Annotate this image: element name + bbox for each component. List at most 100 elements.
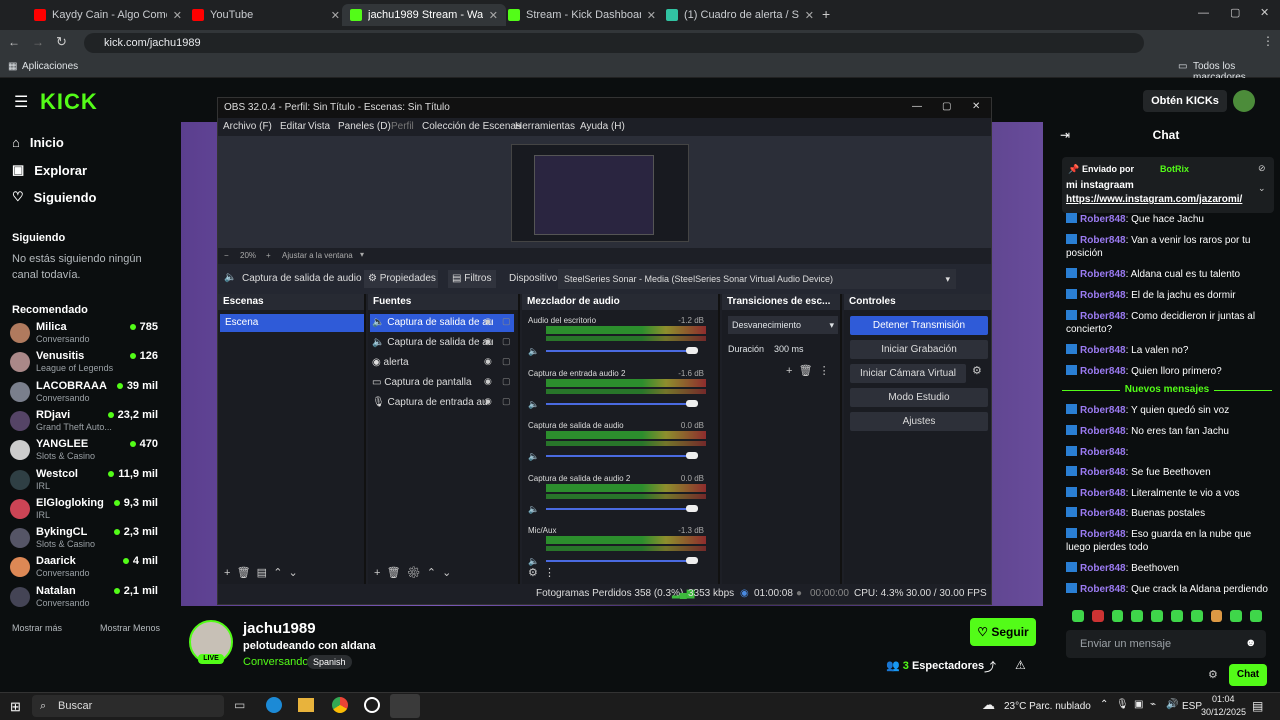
slider-handle[interactable] [686,347,698,354]
minimize-button[interactable]: — [1198,7,1209,19]
settings-button[interactable]: Ajustes [850,412,988,431]
start-virtual-cam-button[interactable]: Iniciar Cámara Virtual [850,364,966,383]
recommended-channel[interactable]: Natalan Conversando 2,1 mil [10,585,162,613]
eye-icon[interactable]: ◉ [484,396,492,407]
emote-icon[interactable] [1072,610,1084,622]
speaker-icon[interactable]: 🔈 [528,556,539,567]
volume-slider[interactable] [546,507,696,510]
add-icon[interactable]: + [786,365,792,377]
reload-icon[interactable]: ↻ [56,34,67,50]
chat-username[interactable]: Rober848 [1080,426,1126,437]
obs-menu-item[interactable]: Perfil [391,118,414,136]
studio-mode-button[interactable]: Modo Estudio [850,388,988,407]
close-icon[interactable]: ✕ [805,9,814,22]
close-icon[interactable]: ✕ [331,9,340,22]
chrome-icon[interactable] [332,697,348,713]
volume-slider[interactable] [546,350,696,352]
network-icon[interactable]: ⌁ [1150,699,1156,710]
emote-icon[interactable] [1190,610,1203,622]
tab-streamlabs[interactable]: (1) Cuadro de alerta / Streamla...✕ [658,4,822,26]
forward-icon[interactable]: → [32,35,44,49]
chat-username[interactable]: Rober848 [1080,563,1126,574]
transition-select[interactable]: Desvanecimiento ▾ [728,316,838,334]
emote-icon[interactable] [1250,610,1262,622]
zoom-in-icon[interactable]: + [266,251,271,260]
tab-kaydy[interactable]: Kaydy Cain - Algo Como Tu (V...✕ [26,4,190,26]
obs-close[interactable]: ✕ [972,101,980,112]
chat-username[interactable]: Rober848 [1080,584,1126,595]
chat-username[interactable]: Rober848 [1080,488,1126,499]
lock-icon[interactable]: ▢ [502,396,511,407]
kick-logo[interactable]: KICK [40,89,98,115]
volume-icon[interactable]: 🔊 [1166,699,1178,710]
recommended-channel[interactable]: Westcol IRL 11,9 mil [10,468,162,496]
tab-youtube[interactable]: YouTube ✕ [184,4,348,26]
scene-item[interactable]: Escena [220,314,364,332]
apps-bookmark[interactable]: Aplicaciones [22,61,78,72]
recommended-channel[interactable]: ElGlogloking IRL 9,3 mil [10,497,162,525]
speaker-icon[interactable]: 🔈 [528,504,539,515]
recommended-channel[interactable]: LACOBRAAA Conversando 39 mil [10,380,162,408]
menu-dots-icon[interactable]: ⋮ [1262,34,1274,48]
chat-username[interactable]: Rober848 [1080,269,1126,280]
obs-maximize[interactable]: ▢ [942,101,951,112]
obs-menu-item[interactable]: Archivo (F) [223,118,272,136]
tab-kick-dashboard[interactable]: Stream - Kick Dashboard ✕ [500,4,664,26]
lock-icon[interactable]: ▢ [502,376,511,387]
gear-icon[interactable]: ⚙ [972,364,982,377]
trash-icon[interactable]: 🗑 [237,567,251,579]
mic-icon[interactable]: 🎙 [1116,699,1129,710]
pinned-link[interactable]: https://www.instagram.com/jazaromi/ [1066,194,1242,205]
obs-menu-item[interactable]: Ayuda (H) [580,118,625,136]
taskbar-search[interactable]: ⌕ Buscar [32,695,224,717]
chat-username[interactable]: Rober848 [1080,508,1126,519]
slider-handle[interactable] [686,452,698,459]
chat-input[interactable]: Enviar un mensaje [1066,630,1266,658]
follow-button[interactable]: ♡ Seguir [970,618,1036,646]
close-icon[interactable]: ✕ [173,9,182,22]
share-icon[interactable]: ⤴ [984,658,996,675]
hamburger-menu-icon[interactable]: ☰ [14,92,28,112]
channel-name[interactable]: jachu1989 [243,620,316,637]
chat-username[interactable]: Rober848 [1080,529,1126,540]
show-less[interactable]: Mostrar Menos [100,623,160,633]
volume-slider[interactable] [546,560,696,562]
notification-icon[interactable]: ▤ [1252,699,1263,713]
eye-icon[interactable]: ◉ [484,376,492,387]
volume-slider[interactable] [546,455,696,457]
stream-category[interactable]: Conversando [243,656,308,668]
zoom-out-icon[interactable]: − [224,251,229,260]
chevron-down-icon[interactable]: ⌄ [1258,183,1266,194]
emote-icon[interactable] [1210,610,1223,622]
emote-icon[interactable] [1170,610,1183,622]
start-recording-button[interactable]: Iniciar Grabación [850,340,988,359]
down-icon[interactable]: ⌄ [289,567,298,579]
fit-window[interactable]: Ajustar a la ventana [282,251,353,260]
nav-home[interactable]: ⌂ Inicio [12,135,64,150]
apps-icon[interactable]: ▦ [8,61,17,72]
report-icon[interactable]: ⚠ [1015,658,1026,672]
emote-icon[interactable] [1111,610,1124,622]
chevron-down-icon[interactable]: ▾ [360,250,364,259]
obs-menu-item[interactable]: Herramientas [515,118,575,136]
windows-start-icon[interactable]: ⊞ [10,699,21,715]
obs-menu-item[interactable]: Editar [280,118,306,136]
chat-username[interactable]: Rober848 [1080,311,1126,322]
chat-username[interactable]: Rober848 [1080,214,1126,225]
add-icon[interactable]: + [224,567,230,579]
duration-input[interactable]: 300 ms [770,340,830,358]
chat-username[interactable]: Rober848 [1080,467,1126,478]
emote-icon[interactable] [1230,610,1243,622]
lock-icon[interactable]: ▢ [502,356,511,367]
display-icon[interactable]: ▣ [1134,699,1143,710]
url-bar[interactable]: kick.com/jachu1989 [84,33,1144,53]
volume-slider[interactable] [546,402,696,405]
gear-icon[interactable]: ⚙ [407,567,421,579]
chat-username[interactable]: Rober848 [1080,235,1126,246]
up-icon[interactable]: ⌃ [427,567,436,579]
obs-menu-item[interactable]: Colección de Escenas [422,118,521,136]
language-tag[interactable]: Spanish [307,655,352,669]
emote-icon[interactable] [1131,610,1144,622]
close-icon[interactable]: ✕ [647,9,656,22]
language[interactable]: ESP [1182,701,1202,712]
